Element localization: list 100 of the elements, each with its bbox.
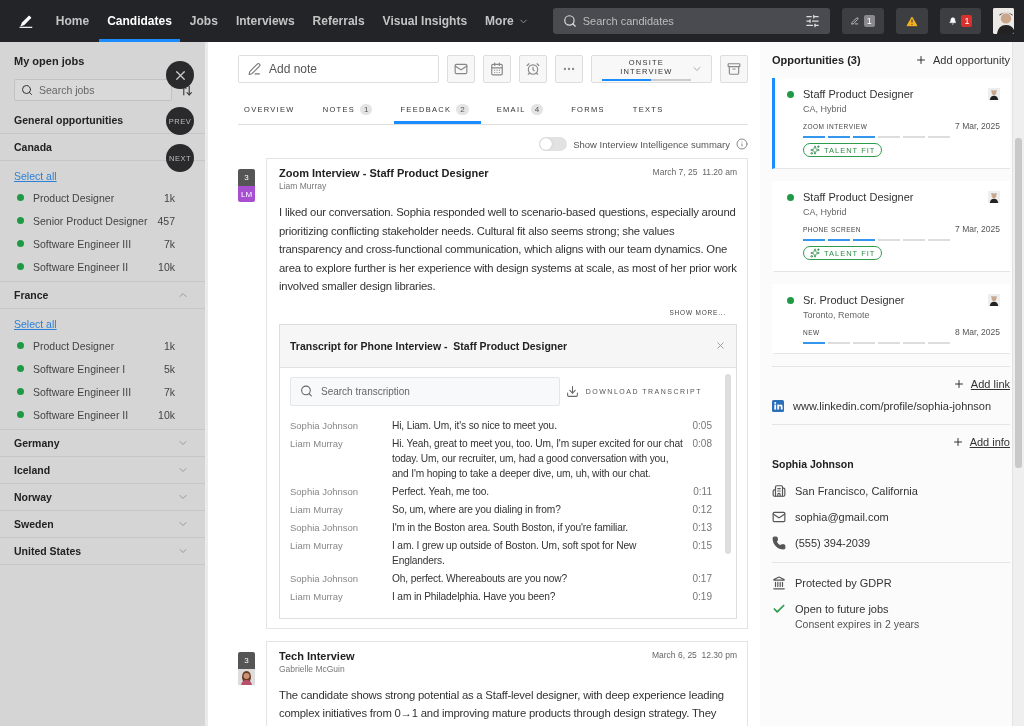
opportunity-title: Sr. Product Designer [803, 294, 906, 306]
nav-link[interactable]: Interviews [227, 0, 303, 42]
count-badge: 1 [863, 15, 875, 27]
archive-button[interactable] [720, 55, 748, 83]
opportunity-title: Staff Product Designer [803, 88, 915, 100]
timestamp: 0:12 [691, 502, 712, 517]
opportunity-title: Staff Product Designer [803, 191, 915, 203]
search-field[interactable]: Search transcription [290, 376, 560, 406]
archive-icon [727, 62, 742, 76]
check-icon [772, 602, 786, 616]
feedback-date: March 6, 25 12.30 pm [651, 649, 737, 660]
group-header[interactable]: United States [0, 538, 205, 565]
group-header[interactable]: Iceland [0, 457, 205, 484]
note-field[interactable]: Add note [238, 55, 440, 83]
timestamp: 0:11 [692, 484, 712, 499]
close-button[interactable] [166, 61, 194, 89]
notifications-button[interactable]: 1 [939, 8, 982, 34]
speaker-name: Sophia Johnson [290, 520, 360, 535]
search-icon [300, 384, 313, 398]
timestamp: 0:05 [691, 418, 712, 433]
opportunity-location: CA, Hybrid [803, 207, 848, 217]
count-tag: 3 [238, 169, 255, 186]
speaker-name: Sophia Johnson [290, 571, 360, 586]
nav-link[interactable]: Home [47, 0, 98, 42]
add-opportunity-button[interactable]: Add opportunity [914, 54, 1010, 66]
job-item[interactable]: Software Engineer II 10k [0, 255, 205, 278]
privacy-status: Open to future jobs [795, 603, 889, 615]
nav-link[interactable]: Visual Insights [374, 0, 476, 42]
feedback-date: March 7, 25 11.20 am [652, 167, 737, 177]
opportunity-location: Toronto, Remote [803, 310, 871, 320]
group-header[interactable]: Sweden [0, 511, 205, 538]
timestamp: 0:15 [691, 538, 712, 553]
job-item[interactable]: Software Engineer I 5k [0, 357, 205, 380]
search-field[interactable]: Search candidates [552, 8, 830, 34]
scrollbar[interactable] [1012, 42, 1024, 726]
plus-icon [952, 378, 965, 390]
consent-note: Consent expires in 2 years [795, 618, 921, 630]
nav-link[interactable]: More [477, 0, 537, 42]
filter-icon[interactable] [804, 13, 820, 29]
search-icon [21, 84, 33, 96]
transcript-text: I am. I grew up outside of Boston. Um, soft spot for New Englanders. [392, 538, 638, 568]
nav-link[interactable]: Jobs [181, 0, 226, 42]
alarm-icon [525, 62, 540, 76]
search-field[interactable]: Search jobs [14, 79, 172, 101]
transcript-title: Transcript for Phone Interview - Staff Product Designer [290, 339, 568, 352]
group-header[interactable]: Norway [0, 484, 205, 511]
opportunities-title: Opportunities (3) [772, 54, 861, 66]
plus-icon [914, 54, 927, 66]
count-tag: 3 [238, 651, 255, 669]
profile-link[interactable]: www.linkedin.com/profile/sophia-johnson [793, 400, 992, 412]
toggle-switch[interactable] [539, 137, 568, 151]
initials-tag: LM [238, 186, 255, 202]
feedback-title: Tech Interview [279, 649, 355, 662]
count-pill: 4 [530, 104, 544, 115]
contact-detail: San Francisco, California [795, 485, 918, 497]
group-header[interactable]: France [0, 282, 205, 309]
job-item[interactable]: Senior Product Designer 457 [0, 209, 205, 232]
pen-icon [850, 14, 859, 28]
transcript-text: So, um, where are you dialing in from? [392, 502, 562, 517]
job-item[interactable]: Software Engineer II 10k [0, 403, 205, 426]
job-item[interactable]: Software Engineer III 7k [0, 380, 205, 403]
nav-link[interactable]: Referrals [304, 0, 373, 42]
feedback-title: Zoom Interview - Staff Product Designer [279, 167, 489, 179]
search-icon [562, 14, 577, 28]
pen-icon [248, 62, 261, 76]
add-info-button[interactable]: Add info [951, 436, 1010, 448]
user-avatar[interactable] [993, 8, 1014, 34]
group-header[interactable]: Germany [0, 430, 205, 457]
transcript-text: I'm in the Boston area. South Boston, if you're familiar. [392, 520, 629, 535]
speaker-name: Liam Murray [290, 436, 344, 451]
bell-icon [948, 14, 957, 28]
toggle-label: Show Interview Intelligence summary [573, 138, 730, 150]
person-icon [988, 88, 1000, 100]
scrollbar[interactable] [725, 373, 731, 554]
building-icon [772, 484, 786, 498]
person-icon [988, 294, 1000, 306]
add-link-button[interactable]: Add link [952, 378, 1010, 390]
timestamp: 0:19 [691, 589, 712, 604]
status-dot [787, 193, 794, 201]
calendar-button[interactable] [482, 55, 511, 83]
job-item[interactable]: Product Designer 1k [0, 334, 205, 357]
job-item[interactable]: Product Designer 1k [0, 186, 205, 209]
speaker-name: Liam Murray [290, 589, 344, 604]
count-badge: 1 [961, 15, 973, 27]
close-icon[interactable] [715, 340, 726, 351]
candidate-name: Sophia Johnson [772, 458, 855, 470]
transcript-text: Perfect. Yeah, me too. [392, 484, 490, 499]
person-icon [988, 191, 1000, 203]
contact-detail: (555) 394-2039 [795, 537, 871, 549]
person-icon [993, 8, 1014, 34]
warning-icon [904, 13, 919, 29]
email-button[interactable] [447, 55, 475, 83]
alarm-button[interactable] [518, 55, 547, 83]
warning-button[interactable] [895, 8, 928, 34]
speaker-name: Sophia Johnson [290, 484, 360, 499]
speaker-name: Liam Murray [290, 538, 344, 553]
job-item[interactable]: Software Engineer III 7k [0, 232, 205, 255]
contact-detail: sophia@gmail.com [795, 511, 889, 523]
feedback-author: Gabrielle McGuin [279, 663, 346, 674]
info-icon[interactable] [736, 138, 748, 150]
